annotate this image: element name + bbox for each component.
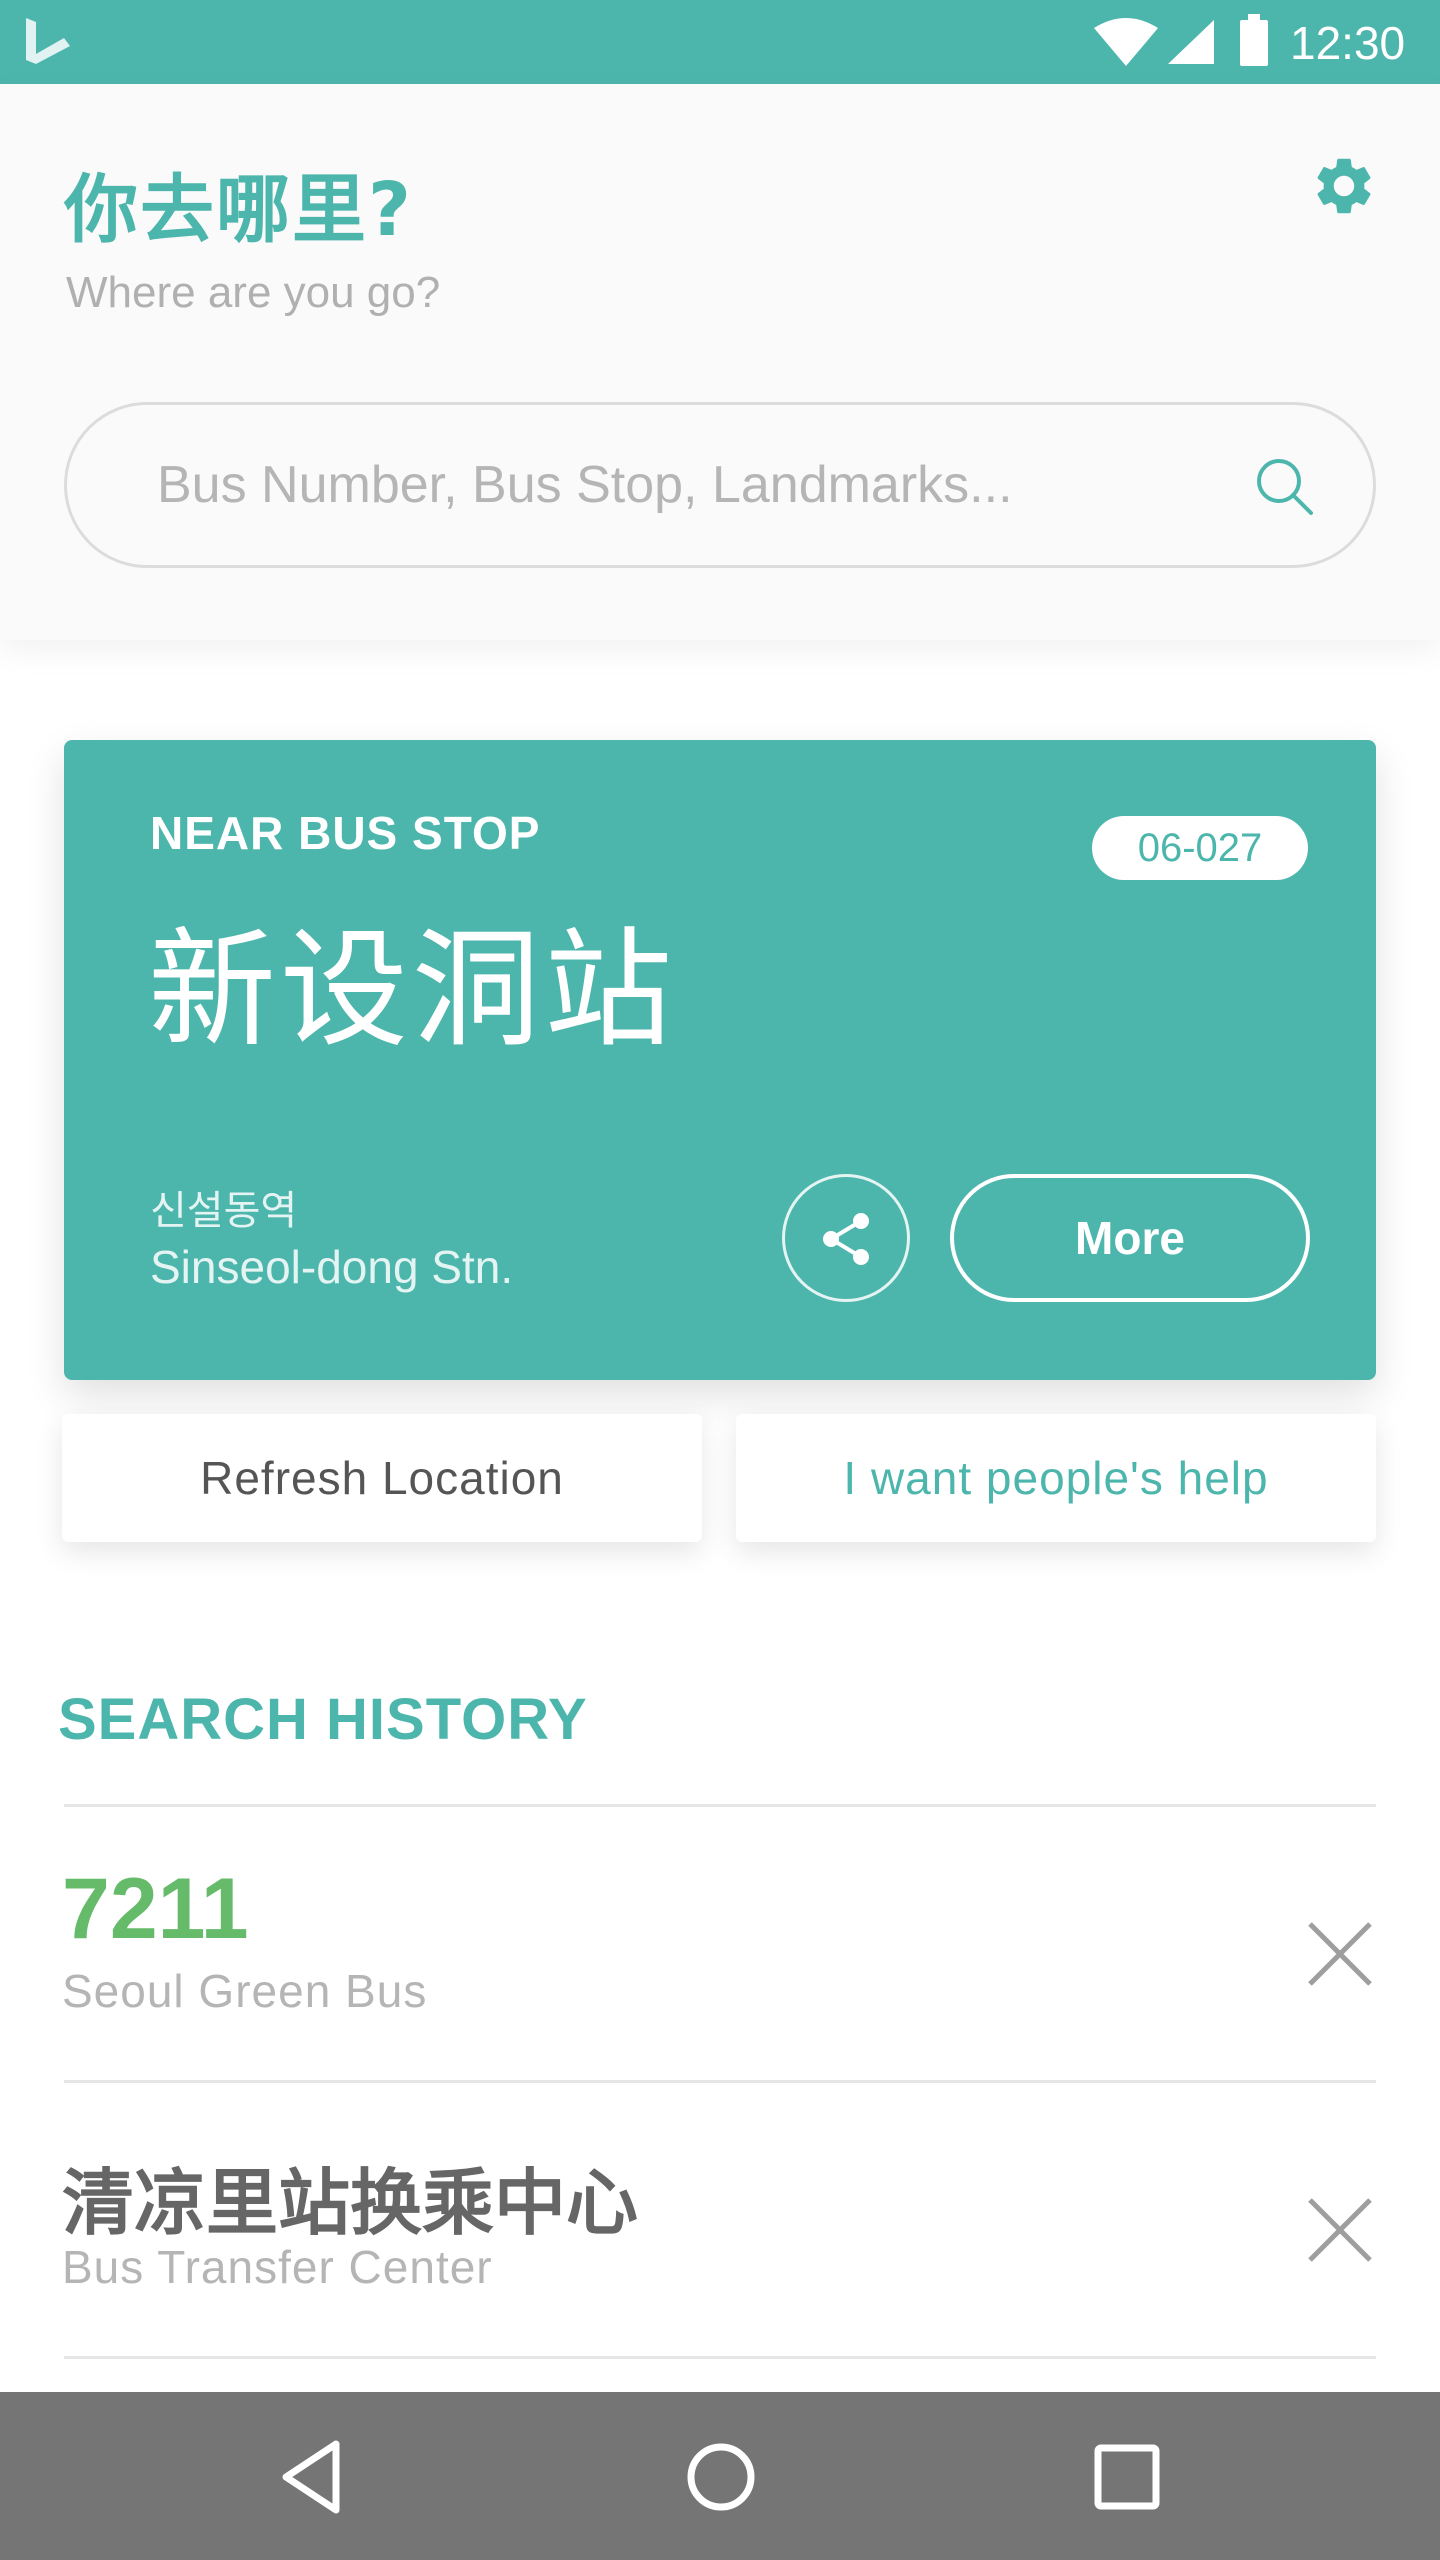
search-history-title: SEARCH HISTORY	[58, 1687, 588, 1752]
status-bar: 12:30	[0, 0, 1440, 84]
history-item[interactable]: 清凉里站换乘中心 Bus Transfer Center	[0, 2084, 1440, 2354]
signal-icon	[1168, 20, 1214, 64]
history-item[interactable]: 7211 Seoul Green Bus	[0, 1808, 1440, 2078]
refresh-location-button[interactable]: Refresh Location	[62, 1414, 702, 1542]
page-subtitle: Where are you go?	[66, 268, 441, 317]
history-item-subtitle: Bus Transfer Center	[62, 2241, 493, 2293]
page-title: 你去哪里?	[64, 167, 413, 253]
header: 你去哪里? Where are you go?	[0, 84, 1440, 640]
divider	[64, 2080, 1376, 2083]
stop-name: 新设洞站	[148, 916, 677, 1065]
home-icon[interactable]	[676, 2432, 766, 2522]
history-item-title: 7211	[62, 1861, 249, 1957]
divider	[64, 1804, 1376, 1807]
clock: 12:30	[1290, 17, 1406, 69]
stop-name-korean: 신설동역	[150, 1188, 298, 1234]
history-item-title: 清凉里站换乘中心	[62, 2161, 639, 2245]
near-stop-label: NEAR BUS STOP	[150, 807, 541, 859]
stop-name-roman: Sinseol-dong Stn.	[150, 1241, 514, 1293]
near-bus-stop-card: NEAR BUS STOP 06-027 新设洞站 신설동역 Sinseol-d…	[64, 740, 1376, 1380]
divider	[64, 2356, 1376, 2359]
search-input[interactable]	[157, 445, 1197, 525]
gear-icon[interactable]	[1310, 152, 1378, 220]
more-button[interactable]: More	[950, 1174, 1310, 1302]
recent-apps-icon[interactable]	[1082, 2432, 1172, 2522]
close-icon[interactable]	[1302, 2192, 1378, 2268]
close-icon[interactable]	[1302, 1916, 1378, 1992]
wifi-icon	[1094, 18, 1158, 66]
navigation-bar	[0, 2392, 1440, 2560]
help-request-button[interactable]: I want people's help	[736, 1414, 1376, 1542]
search-icon[interactable]	[1249, 451, 1321, 523]
stop-code-badge: 06-027	[1092, 816, 1308, 880]
back-icon[interactable]	[270, 2432, 360, 2522]
history-item-subtitle: Seoul Green Bus	[62, 1965, 428, 2017]
share-button[interactable]	[782, 1174, 910, 1302]
share-icon	[823, 1213, 869, 1265]
app-logo-icon	[26, 18, 70, 64]
search-bar	[64, 402, 1376, 568]
battery-icon	[1240, 14, 1268, 66]
